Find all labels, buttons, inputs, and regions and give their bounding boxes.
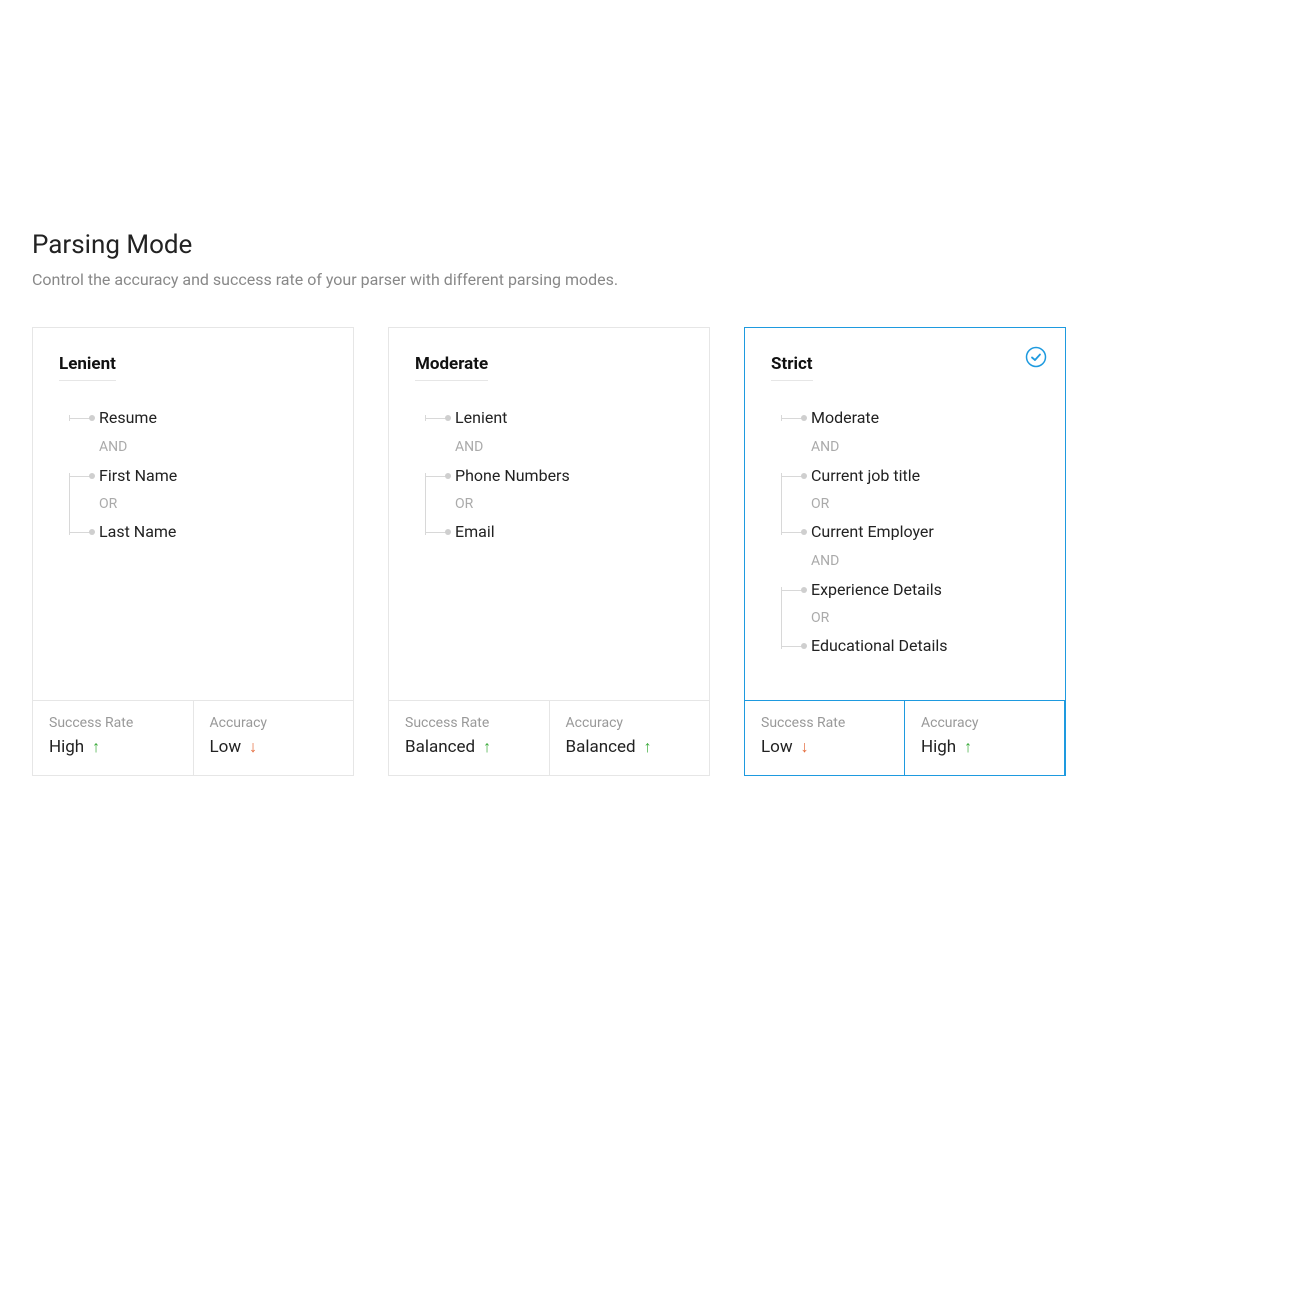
stat-label: Accuracy <box>921 715 1048 731</box>
criteria-item: Current Employer <box>811 517 1039 547</box>
arrow-up-icon: ↑ <box>92 737 100 757</box>
operator-and: AND <box>771 547 1039 575</box>
stat-value: Balanced ↑ <box>405 737 533 757</box>
card-body: Moderate LenientANDPhone NumbersOREmail <box>389 328 709 700</box>
stat-value: Balanced ↑ <box>566 737 694 757</box>
stat-value-text: Low <box>210 737 242 757</box>
stat-accuracy: Accuracy Balanced ↑ <box>550 701 710 775</box>
criteria-group: Phone NumbersOREmail <box>415 461 683 547</box>
stat-success: Success Rate Low ↓ <box>745 701 905 775</box>
stat-value-text: High <box>49 737 84 757</box>
operator-and: AND <box>771 433 1039 461</box>
stat-value: Low ↓ <box>210 737 338 757</box>
criteria-item: First Name <box>99 461 327 491</box>
criteria-item: Resume <box>99 403 327 433</box>
card-stats: Success Rate High ↑ Accuracy Low ↓ <box>33 700 353 775</box>
stat-value: High ↑ <box>49 737 177 757</box>
stat-label: Success Rate <box>49 715 177 731</box>
stat-accuracy: Accuracy High ↑ <box>905 701 1065 775</box>
operator-or: OR <box>811 605 1039 631</box>
criteria-group: Experience DetailsOREducational Details <box>771 575 1039 661</box>
criteria-item: Educational Details <box>811 631 1039 661</box>
criteria-item: Moderate <box>811 403 1039 433</box>
stat-accuracy: Accuracy Low ↓ <box>194 701 354 775</box>
card-body: Lenient ResumeANDFirst NameORLast Name <box>33 328 353 700</box>
criteria-item: Phone Numbers <box>455 461 683 491</box>
arrow-down-icon: ↓ <box>249 737 257 757</box>
stat-label: Accuracy <box>210 715 338 731</box>
criteria-group: Resume <box>59 403 327 433</box>
criteria-group: First NameORLast Name <box>59 461 327 547</box>
operator-and: AND <box>59 433 327 461</box>
criteria-tree: LenientANDPhone NumbersOREmail <box>415 403 683 547</box>
card-body: StrictModerateANDCurrent job titleORCurr… <box>745 328 1065 700</box>
criteria-group: Current job titleORCurrent Employer <box>771 461 1039 547</box>
operator-or: OR <box>811 491 1039 517</box>
stat-value-text: Balanced <box>566 737 636 757</box>
page-title: Parsing Mode <box>32 230 1268 260</box>
criteria-item: Email <box>455 517 683 547</box>
parsing-mode-card-moderate[interactable]: Moderate LenientANDPhone NumbersOREmail Su… <box>388 327 710 776</box>
stat-value: Low ↓ <box>761 737 888 757</box>
card-title: Moderate <box>415 354 488 381</box>
operator-or: OR <box>455 491 683 517</box>
parsing-mode-card-strict[interactable]: StrictModerateANDCurrent job titleORCurr… <box>744 327 1066 776</box>
arrow-up-icon: ↑ <box>644 737 652 757</box>
stat-success: Success Rate High ↑ <box>33 701 194 775</box>
page-subtitle: Control the accuracy and success rate of… <box>32 270 1268 289</box>
card-stats: Success Rate Balanced ↑ Accuracy Balanced ↑ <box>389 700 709 775</box>
criteria-tree: ResumeANDFirst NameORLast Name <box>59 403 327 547</box>
criteria-tree: ModerateANDCurrent job titleORCurrent Em… <box>771 403 1039 661</box>
stat-label: Accuracy <box>566 715 694 731</box>
criteria-item: Experience Details <box>811 575 1039 605</box>
stat-value-text: Low <box>761 737 793 757</box>
criteria-item: Lenient <box>455 403 683 433</box>
parsing-mode-cards: LenientResumeANDFirst NameORLast NameSuc… <box>32 327 1268 776</box>
selected-check-icon <box>1025 346 1047 368</box>
stat-success: Success Rate Balanced ↑ <box>389 701 550 775</box>
stat-label: Success Rate <box>761 715 888 731</box>
arrow-down-icon: ↓ <box>801 737 809 757</box>
stat-value-text: Balanced <box>405 737 475 757</box>
operator-and: AND <box>415 433 683 461</box>
arrow-up-icon: ↑ <box>964 737 972 757</box>
criteria-group: Lenient <box>415 403 683 433</box>
stat-value: High ↑ <box>921 737 1048 757</box>
stat-value-text: High <box>921 737 956 757</box>
card-title: Lenient <box>59 354 116 381</box>
criteria-item: Current job title <box>811 461 1039 491</box>
card-stats: Success Rate Low ↓ Accuracy High ↑ <box>745 700 1065 775</box>
arrow-up-icon: ↑ <box>483 737 491 757</box>
operator-or: OR <box>99 491 327 517</box>
stat-label: Success Rate <box>405 715 533 731</box>
criteria-item: Last Name <box>99 517 327 547</box>
parsing-mode-card-lenient[interactable]: Lenient ResumeANDFirst NameORLast Name Suc… <box>32 327 354 776</box>
card-title: Strict <box>771 354 813 381</box>
criteria-group: Moderate <box>771 403 1039 433</box>
